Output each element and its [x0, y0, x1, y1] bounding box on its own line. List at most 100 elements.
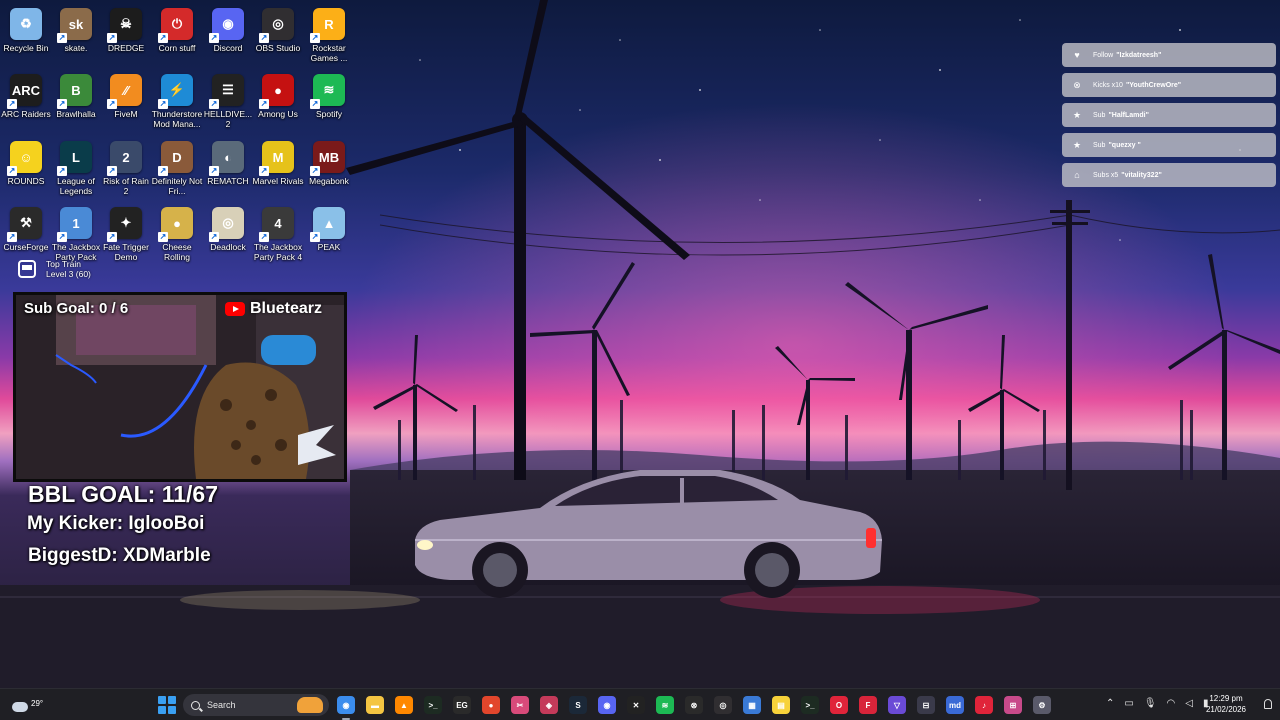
obs-studio-icon[interactable]: ◎ [714, 696, 732, 714]
desktop-icon[interactable]: ● ↗ Cheese Rolling [151, 203, 203, 262]
search-icon [191, 700, 200, 710]
file-explorer-icon[interactable]: ▬ [366, 696, 384, 714]
alert-user: "vitality322" [1121, 171, 1162, 179]
desktop-icon[interactable]: ☺ ↗ ROUNDS [0, 137, 52, 186]
train-widget-title: Top Train [46, 259, 81, 269]
desktop-icon[interactable]: ≋ ↗ Spotify [303, 70, 355, 119]
weather-widget[interactable]: 29° [12, 694, 43, 712]
search-box[interactable]: Search [183, 694, 329, 716]
desktop-icon[interactable]: ⁄⁄ ↗ FiveM [100, 70, 152, 119]
desktop-icon[interactable]: 1 ↗ The Jackbox Party Pack [50, 203, 102, 262]
discord-icon[interactable]: ◉ [598, 696, 616, 714]
top-train-widget[interactable]: Top Train Level 3 (60) [18, 259, 91, 279]
desktop-icon-label: Spotify [316, 109, 342, 119]
definitely-not-fried-icon: D ↗ [158, 141, 193, 176]
capcut-icon[interactable]: ✕ [627, 696, 645, 714]
desktop-icon[interactable]: ⚡ ↗ Thunderstore Mod Mana... [151, 70, 203, 129]
speaker-icon[interactable]: ◁ [1185, 698, 1193, 709]
desktop-icon[interactable]: ◎ ↗ OBS Studio [252, 4, 304, 53]
desktop-icon[interactable]: B ↗ Brawlhalla [50, 70, 102, 119]
shortcut-arrow-icon: ↗ [107, 33, 117, 43]
desktop-icon[interactable]: D ↗ Definitely Not Fri... [151, 137, 203, 196]
chevron-up-icon[interactable]: ⌃ [1106, 698, 1114, 709]
desktop-icon-label: CurseForge [3, 242, 49, 252]
desktop-icon[interactable]: ⏻ ↗ Corn stuff [151, 4, 203, 53]
desktop-icon[interactable]: ☠ ↗ DREDGE [100, 4, 152, 53]
desktop-icon[interactable]: ☰ ↗ HELLDIVE... 2 [202, 70, 254, 129]
desktop-icon-label: Megabonk [309, 176, 349, 186]
vlc-icon[interactable]: ▲ [395, 696, 413, 714]
stream-alerts-list: ♥ Follow "Izkdatreesh" ⊗ Kicks x10 "YouthCrew… [1062, 43, 1276, 193]
desktop-icon-label: PEAK [317, 242, 341, 252]
tiktok-icon[interactable]: ♪ [975, 696, 993, 714]
davinci-resolve-icon[interactable]: ◈ [540, 696, 558, 714]
channel-name: Bluetearz [249, 300, 322, 317]
desktop-icon[interactable]: ⚒ ↗ CurseForge [0, 203, 52, 252]
desktop-icon-label: Recycle Bin [3, 43, 49, 53]
shortcut-arrow-icon: ↗ [209, 99, 219, 109]
marvel-rivals-icon: M ↗ [259, 141, 294, 176]
desktop-icon[interactable]: ARC ↗ ARC Raiders [0, 70, 52, 119]
youtube-icon [224, 302, 245, 316]
terminal-2-icon[interactable]: >_ [801, 696, 819, 714]
spotify-icon[interactable]: ≋ [656, 696, 674, 714]
settings-icon[interactable]: ⚙ [1033, 696, 1051, 714]
shortcut-arrow-icon: ↗ [107, 99, 117, 109]
microphone-icon[interactable]: 🎙︎ [1144, 698, 1157, 709]
shortcut-arrow-icon: ↗ [57, 166, 67, 176]
proton-vpn-icon[interactable]: ▽ [888, 696, 906, 714]
medal-icon[interactable]: md [946, 696, 964, 714]
desktop-icon[interactable]: ◎ ↗ Deadlock [202, 203, 254, 252]
desktop-icon[interactable]: ▲ ↗ PEAK [303, 203, 355, 252]
recycle-bin-icon: ♻ [10, 8, 42, 40]
game-bar-icon[interactable]: ⊞ [1004, 696, 1022, 714]
battery-icon[interactable]: ▭ [1124, 698, 1133, 709]
sticky-notes-icon[interactable]: ▤ [772, 696, 790, 714]
desktop-icon-label: Definitely Not Fri... [151, 176, 203, 196]
desktop-icon-label: ROUNDS [7, 176, 45, 186]
photos-icon[interactable]: ▦ [743, 696, 761, 714]
notification-bell-icon[interactable] [1264, 699, 1272, 709]
shortcut-arrow-icon: ↗ [310, 232, 320, 242]
desktop-icon[interactable]: 2 ↗ Risk of Rain 2 [100, 137, 152, 196]
alert-user: "Izkdatreesh" [1116, 51, 1162, 59]
epic-games-icon[interactable]: EG [453, 696, 471, 714]
shortcut-arrow-icon: ↗ [259, 232, 269, 242]
taskbar-clock[interactable]: 12:29 pm 21/02/2026 [1196, 693, 1256, 715]
desktop-icon[interactable]: sk ↗ skate. [50, 4, 102, 53]
desktop-icon[interactable]: MB ↗ Megabonk [303, 137, 355, 186]
jackbox-party-pack-icon: 1 ↗ [57, 207, 92, 242]
start-button[interactable] [158, 696, 176, 714]
desktop-icon[interactable]: 4 ↗ The Jackbox Party Pack 4 [252, 203, 304, 262]
alert-item: ★ Sub "quezxy " [1062, 133, 1276, 157]
shortcut-arrow-icon: ↗ [57, 33, 67, 43]
desktop-icon[interactable]: ● ↗ Among Us [252, 70, 304, 119]
alert-item: ★ Sub "HalfLamdi" [1062, 103, 1276, 127]
skate-icon: sk ↗ [57, 8, 92, 43]
megabonk-icon: MB ↗ [310, 141, 345, 176]
terminal-icon[interactable]: >_ [424, 696, 442, 714]
steam-icon[interactable]: S [569, 696, 587, 714]
desktop-icon[interactable]: ♻ Recycle Bin [0, 4, 52, 53]
desktop-icon[interactable]: ✦ ↗ Fate Trigger Demo [100, 203, 152, 262]
chrome-icon[interactable]: ◉ [337, 696, 355, 720]
desktop-icon[interactable]: R ↗ Rockstar Games ... [303, 4, 355, 63]
alert-user: "quezxy " [1108, 141, 1141, 149]
shortcut-arrow-icon: ↗ [310, 33, 320, 43]
xbox-icon[interactable]: ⊗ [685, 696, 703, 714]
alert-action: Kicks x10 [1093, 81, 1123, 89]
kick-icon: ⊗ [1073, 79, 1081, 90]
opera-gx-icon[interactable]: O [830, 696, 848, 714]
desktop-icon[interactable]: M ↗ Marvel Rivals [252, 137, 304, 186]
snipping-tool-icon[interactable]: ✂ [511, 696, 529, 714]
desktop-icon[interactable]: L ↗ League of Legends [50, 137, 102, 196]
brave-icon[interactable]: ● [482, 696, 500, 714]
wifi-icon[interactable]: ◠ [1167, 698, 1176, 709]
desktop-icon[interactable]: ◉ ↗ Discord [202, 4, 254, 53]
train-widget-level: Level 3 (60) [46, 269, 91, 279]
fortnite-tracker-icon[interactable]: F [859, 696, 877, 714]
settings-icon-2[interactable]: ⊟ [917, 696, 935, 714]
desktop-icon[interactable]: ◐ ↗ REMATCH [202, 137, 254, 186]
weather-temp: 29° [31, 698, 44, 708]
alert-item: ♥ Follow "Izkdatreesh" [1062, 43, 1276, 67]
